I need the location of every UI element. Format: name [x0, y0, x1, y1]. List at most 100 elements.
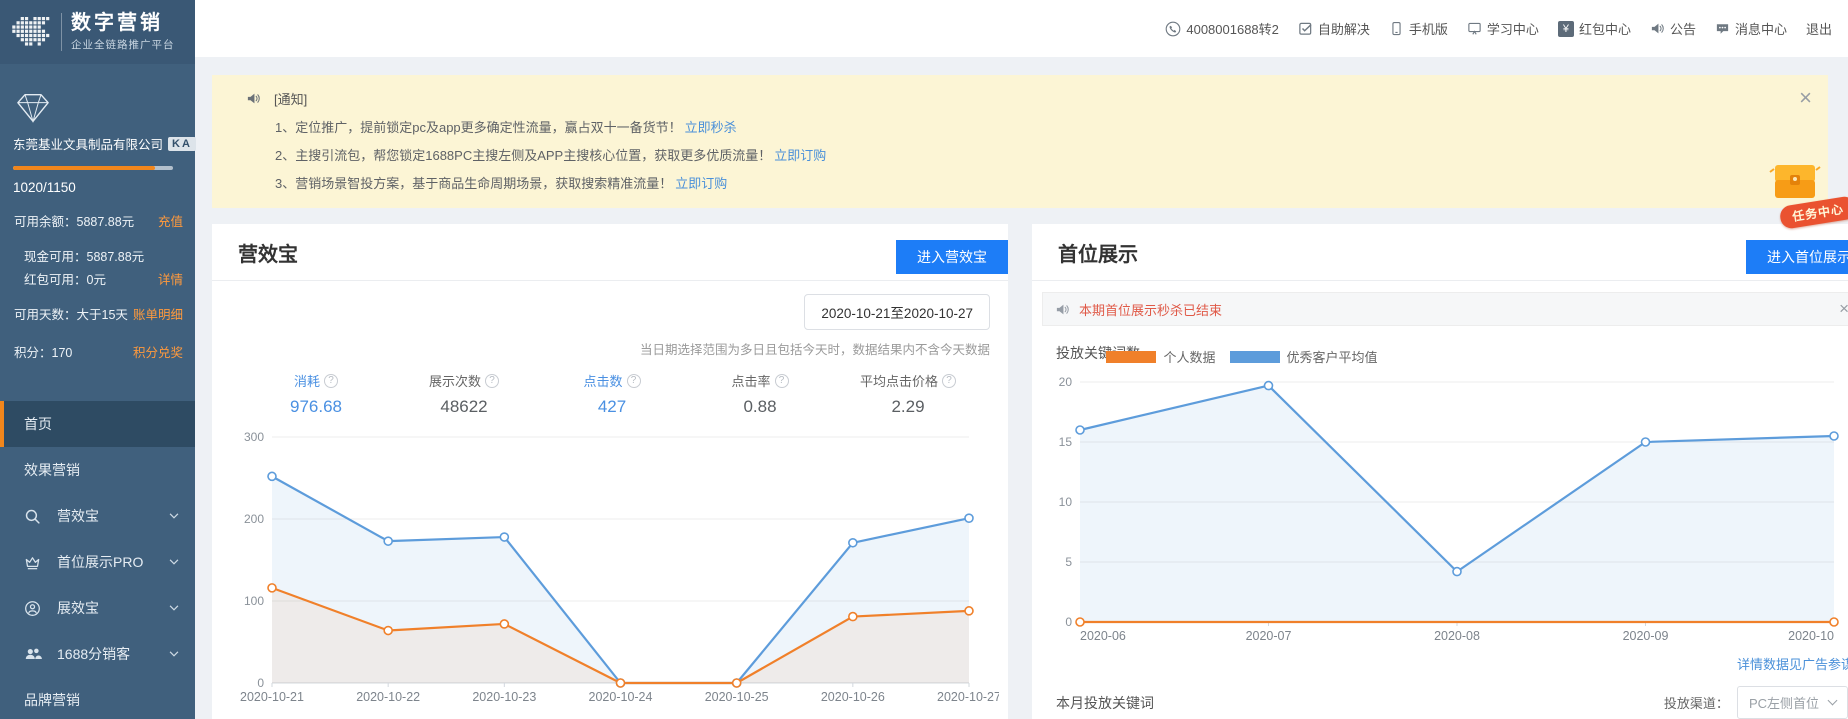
gem-icon: [15, 92, 195, 124]
question-icon[interactable]: [485, 373, 499, 388]
legend-swatch: [1106, 350, 1157, 363]
svg-text:2020-10-26: 2020-10-26: [821, 690, 885, 704]
stat-label: 展示次数: [428, 374, 481, 389]
svg-text:5: 5: [1065, 555, 1072, 569]
stat-label: 点击率: [731, 374, 771, 389]
notice-line: 3、营销场景智投方案，基于商品生命周期场景，获取搜索精准流量！ 立即订购: [232, 173, 1808, 192]
question-icon[interactable]: [774, 373, 789, 388]
sidebar-item-label: 首页: [24, 416, 52, 432]
svg-text:2020-10-25: 2020-10-25: [705, 690, 769, 704]
person-badge-icon: [24, 600, 44, 617]
speaker-icon: [1650, 21, 1665, 36]
topbar-item-label: 4008001688转2: [1186, 22, 1279, 37]
app-logo[interactable]: 数字营销 企业全链路推广平台: [0, 0, 195, 64]
sidebar-item-label: 营效宝: [57, 508, 99, 524]
sidebar-item-首页[interactable]: 首页: [0, 401, 195, 447]
menu-section-label: 效果营销: [24, 462, 80, 478]
sidebar-item-1688分销客[interactable]: 1688分销客: [0, 631, 195, 677]
account-row: 现金可用：5887.88元: [0, 246, 195, 269]
notice-line-text: 2、主搜引流包，帮您锁定1688PC主搜左侧及APP主搜核心位置，获取更多优质流…: [275, 148, 772, 163]
shouwei-trend-chart: 0 5 10 15 20 2020-06 2020-07 2020-08 2020-09 2020…: [1059, 375, 1839, 643]
account-label: 红包可用：0元: [24, 273, 106, 287]
account-action-link[interactable]: 账单明细: [133, 306, 183, 325]
board-icon: [1467, 21, 1482, 36]
sidebar-item-label: 展效宝: [57, 600, 99, 616]
stat-value: 976.68: [290, 397, 342, 416]
company-name: 东莞基业文具制品有限公司: [13, 138, 164, 152]
topbar-item[interactable]: 公告: [1650, 19, 1696, 38]
date-range-picker[interactable]: 2020-10-21至2020-10-27: [804, 294, 990, 330]
sidebar-item-展效宝[interactable]: 展效宝: [0, 585, 195, 631]
account-action-link[interactable]: 详情: [158, 271, 183, 290]
question-icon[interactable]: [942, 373, 956, 388]
legend-item[interactable]: 个人数据: [1106, 347, 1216, 366]
svg-text:2020-10-21: 2020-10-21: [240, 690, 304, 704]
notice-action-link[interactable]: 立即秒杀: [685, 120, 737, 135]
stat-value: 48622: [440, 397, 488, 416]
chevron-down-icon: [167, 509, 181, 523]
enter-yingxiaobao-button[interactable]: 进入营效宝: [896, 240, 1008, 274]
close-icon[interactable]: [1839, 299, 1848, 319]
topbar-item[interactable]: 自助解决: [1298, 19, 1370, 38]
legend-label: 优秀客户平均值: [1286, 350, 1378, 365]
topbar-item[interactable]: 消息中心: [1715, 19, 1787, 38]
ad-advisor-link[interactable]: 详情数据见广告参谋: [1737, 657, 1848, 672]
app-subtitle: 企业全链路推广平台: [71, 39, 175, 51]
account-row: 可用天数：大于15天 账单明细: [0, 304, 195, 327]
stat-label: 消耗: [293, 374, 320, 389]
chevron-down-icon: [167, 601, 181, 615]
topbar-item[interactable]: 手机版: [1389, 19, 1448, 38]
stat-展示次数: 展示次数 48622: [390, 371, 538, 417]
svg-text:2020-10-23: 2020-10-23: [472, 690, 536, 704]
svg-text:300: 300: [244, 430, 264, 444]
account-label: 积分：170: [14, 346, 73, 360]
chevron-down-icon: [1827, 695, 1838, 706]
sidebar-item-label: 1688分销客: [57, 646, 131, 662]
svg-text:200: 200: [244, 512, 264, 526]
stat-点击率: 点击率 0.88: [686, 371, 834, 417]
logo-icon: [12, 16, 52, 48]
question-icon[interactable]: [324, 373, 338, 388]
topbar-item[interactable]: 退出: [1806, 19, 1832, 38]
date-note: 当日期选择范围为多日且包括今天时，数据结果内不含今天数据: [639, 343, 990, 357]
channel-selected-value: PC左侧首位: [1748, 696, 1819, 711]
sidebar-item-首位展示PRO[interactable]: 首位展示PRO: [0, 539, 195, 585]
account-action-link[interactable]: 充值: [158, 213, 183, 232]
topbar-item[interactable]: ¥ 红包中心: [1557, 19, 1631, 38]
stat-平均点击价格: 平均点击价格 2.29: [834, 371, 982, 417]
sidebar-item-营效宝[interactable]: 营效宝: [0, 493, 195, 539]
topbar-item[interactable]: 学习中心: [1467, 19, 1539, 38]
stat-label: 点击数: [583, 374, 623, 389]
alert-text: 本期首位展示秒杀已结束: [1079, 302, 1223, 318]
account-row: 积分：170 积分兑奖: [0, 342, 195, 365]
topbar-item-label: 消息中心: [1734, 22, 1787, 37]
red-envelope-icon: ¥: [1557, 20, 1574, 37]
close-icon[interactable]: [1799, 85, 1812, 111]
stat-消耗: 消耗 976.68: [242, 371, 390, 417]
account-label: 可用天数：大于15天: [14, 308, 128, 322]
question-icon[interactable]: [626, 373, 641, 388]
topbar-item-label: 退出: [1805, 22, 1832, 37]
topbar-item-label: 手机版: [1408, 22, 1448, 37]
people-icon: [24, 645, 44, 663]
notice-line-text: 1、定位推广，提前锁定pc及app更多确定性流量，赢占双十一备货节！: [275, 120, 682, 135]
notice-line: 2、主搜引流包，帮您锁定1688PC主搜左侧及APP主搜核心位置，获取更多优质流…: [232, 145, 1808, 164]
notice-action-link[interactable]: 立即订购: [675, 176, 727, 191]
enter-shouwei-button[interactable]: 进入首位展示: [1746, 240, 1848, 274]
account-summary: 可用余额：5887.88元 充值 现金可用：5887.88元 红包可用：0元 详情 可用天…: [0, 211, 195, 365]
chat-icon: [1715, 21, 1730, 36]
account-action-link[interactable]: 积分兑奖: [133, 344, 183, 363]
channel-select[interactable]: PC左侧首位: [1736, 686, 1848, 719]
svg-text:2020-10-27: 2020-10-27: [937, 690, 999, 704]
task-center-widget[interactable]: 任务中心: [1768, 160, 1848, 230]
topbar-item[interactable]: 4008001688转2: [1165, 19, 1279, 38]
svg-text:100: 100: [244, 594, 264, 608]
legend-item[interactable]: 优秀客户平均值: [1229, 347, 1378, 366]
svg-text:0: 0: [257, 676, 264, 690]
notice-action-link[interactable]: 立即订购: [774, 148, 826, 163]
sidebar-item-label: 首位展示PRO: [57, 554, 144, 570]
app-title: 数字营销: [71, 12, 163, 34]
svg-text:2020-06: 2020-06: [1080, 629, 1126, 643]
topbar-item-label: 公告: [1669, 22, 1696, 37]
svg-text:10: 10: [1059, 495, 1073, 509]
